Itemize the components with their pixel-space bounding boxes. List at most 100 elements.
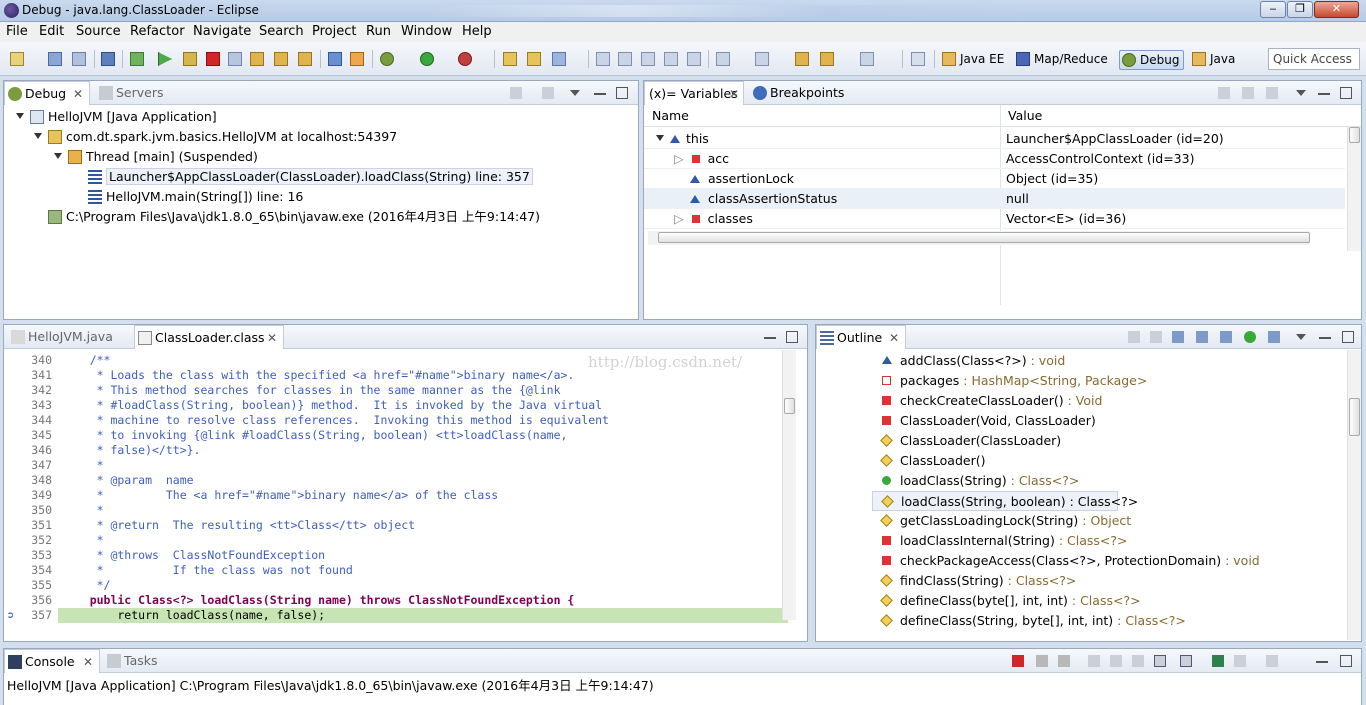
menu-edit[interactable]: Edit (39, 24, 64, 39)
variables-hscroll[interactable] (648, 231, 1310, 245)
link-editor-icon[interactable] (1268, 331, 1280, 343)
tab-servers[interactable]: Servers (96, 81, 176, 105)
outline-item[interactable]: getClassLoadingLock(String) : Object (880, 511, 1131, 531)
remove-all-icon[interactable] (1058, 655, 1070, 667)
outline-item[interactable]: checkCreateClassLoader() : Void (882, 391, 1102, 411)
save-icon[interactable] (48, 52, 62, 66)
menu-help[interactable]: Help (462, 24, 492, 39)
pin-console-icon[interactable] (1212, 655, 1224, 667)
outline-item[interactable]: checkPackageAccess(Class<?>, ProtectionD… (882, 551, 1260, 571)
collapse-all-icon[interactable] (1266, 87, 1278, 99)
outline-item[interactable]: defineClass(String, byte[], int, int) : … (880, 611, 1186, 631)
previous-annotation-icon[interactable] (755, 52, 769, 66)
variables-vscroll[interactable] (1347, 127, 1361, 251)
search-icon[interactable] (552, 52, 566, 66)
outline-item[interactable]: addClass(Class<?>) : void (882, 351, 1065, 371)
variable-row[interactable]: this Launcher$AppClassLoader (id=20) (644, 129, 1345, 149)
tab-breakpoints[interactable]: Breakpoints (750, 81, 854, 105)
hide-fields-icon[interactable] (1172, 331, 1184, 343)
outline-item[interactable]: ClassLoader(ClassLoader) (880, 431, 1061, 451)
close-icon[interactable]: ✕ (889, 326, 899, 350)
toggle-breadcrumb-icon[interactable] (687, 52, 701, 66)
tree-item-stack-frame[interactable]: HelloJVM.main(String[]) line: 16 (88, 187, 303, 207)
minimize-view-icon[interactable] (594, 87, 606, 95)
tab-console[interactable]: Console ✕ (4, 649, 100, 673)
variable-row[interactable]: ▷ classes Vector<E> (id=36) (644, 209, 1345, 229)
menu-file[interactable]: File (6, 24, 28, 39)
save-all-icon[interactable] (72, 52, 86, 66)
outline-item[interactable]: defineClass(byte[], int, int) : Class<?> (880, 591, 1141, 611)
next-annotation-icon[interactable] (716, 52, 730, 66)
open-console-icon[interactable] (1266, 655, 1278, 667)
maximize-view-icon[interactable] (1340, 87, 1352, 99)
maximize-view-icon[interactable] (1342, 331, 1354, 343)
open-perspective-icon[interactable] (911, 52, 925, 66)
variable-row[interactable]: classAssertionStatus null (644, 189, 1345, 209)
outline-item[interactable]: findClass(String) : Class<?> (880, 571, 1076, 591)
maximize-view-icon[interactable] (786, 331, 798, 343)
block-selection-icon[interactable] (641, 52, 655, 66)
maximize-view-icon[interactable] (616, 87, 628, 99)
tab-tasks[interactable]: Tasks (104, 649, 174, 673)
debug-run-icon[interactable] (380, 52, 394, 66)
terminate-icon[interactable] (206, 52, 220, 66)
remove-launch-icon[interactable] (1036, 655, 1048, 667)
tree-item-process[interactable]: C:\Program Files\Java\jdk1.8.0_65\bin\ja… (48, 207, 540, 227)
close-icon[interactable]: ✕ (83, 650, 93, 674)
outline-item-selected[interactable]: loadClass(String, boolean) : Class<?> (872, 491, 1138, 511)
new-icon[interactable] (10, 52, 24, 66)
view-menu-icon[interactable] (1296, 90, 1306, 96)
collapse-all-icon[interactable] (1128, 331, 1140, 343)
close-button[interactable]: ✕ (1314, 1, 1359, 18)
show-type-names-icon[interactable] (1218, 87, 1230, 99)
outline-item[interactable]: ClassLoader() (880, 451, 985, 471)
close-icon[interactable]: ✕ (267, 326, 277, 350)
close-icon[interactable]: ✕ (729, 82, 739, 106)
run-icon[interactable] (420, 52, 434, 66)
skip-breakpoints-icon[interactable] (130, 52, 144, 66)
perspective-java-ee[interactable]: Java EE (940, 50, 1004, 70)
editor-vscroll[interactable] (782, 350, 796, 620)
step-return-icon[interactable] (298, 52, 312, 66)
show-on-stderr-icon[interactable] (1180, 655, 1192, 667)
terminate-icon[interactable] (1012, 655, 1024, 667)
menu-source[interactable]: Source (76, 24, 121, 39)
open-type-icon[interactable] (503, 52, 517, 66)
close-icon[interactable]: ✕ (73, 82, 83, 106)
tree-item-application[interactable]: HelloJVM [Java Application] (16, 107, 217, 127)
forward-icon[interactable] (860, 52, 874, 66)
minimize-view-icon[interactable] (1319, 331, 1331, 339)
step-over-icon[interactable] (274, 52, 288, 66)
perspective-map-reduce[interactable]: Map/Reduce (1014, 50, 1108, 70)
tab-hellojvm-java[interactable]: HelloJVM.java (8, 325, 128, 349)
outline-item[interactable]: packages : HashMap<String, Package> (882, 371, 1147, 391)
view-menu-icon[interactable] (1296, 334, 1306, 340)
menu-search[interactable]: Search (259, 24, 304, 39)
minimize-button[interactable]: ‒ (1260, 1, 1286, 18)
perspective-debug[interactable]: Debug (1119, 50, 1185, 70)
view-menu-icon[interactable] (570, 90, 580, 96)
outline-item[interactable]: ClassLoader(Void, ClassLoader) (882, 411, 1096, 431)
tree-item-vm[interactable]: com.dt.spark.jvm.basics.HelloJVM at loca… (34, 127, 397, 147)
disconnect-icon[interactable] (228, 52, 242, 66)
variable-row[interactable]: ▷ acc AccessControlContext (id=33) (644, 149, 1345, 169)
display-console-icon[interactable] (1234, 655, 1246, 667)
menu-navigate[interactable]: Navigate (193, 24, 251, 39)
outline-item[interactable]: loadClassInternal(String) : Class<?> (882, 531, 1127, 551)
tab-outline[interactable]: Outline ✕ (816, 325, 906, 349)
edit-icon[interactable] (618, 52, 632, 66)
back-icon[interactable] (820, 52, 834, 66)
minimize-view-icon[interactable] (1316, 655, 1328, 663)
minimize-view-icon[interactable] (1318, 87, 1330, 95)
show-on-stdout-icon[interactable] (1154, 655, 1166, 667)
show-logical-structure-icon[interactable] (1242, 87, 1254, 99)
suspend-icon[interactable] (183, 52, 197, 66)
hide-local-types-icon[interactable] (1244, 331, 1256, 343)
menu-run[interactable]: Run (366, 24, 391, 39)
sort-icon[interactable] (1150, 331, 1162, 343)
tab-classloader-class[interactable]: ClassLoader.class ✕ (134, 325, 284, 349)
column-name[interactable]: Name (652, 105, 689, 127)
use-step-filters-icon[interactable] (350, 52, 364, 66)
menu-project[interactable]: Project (312, 24, 356, 39)
hide-non-public-icon[interactable] (1220, 331, 1232, 343)
